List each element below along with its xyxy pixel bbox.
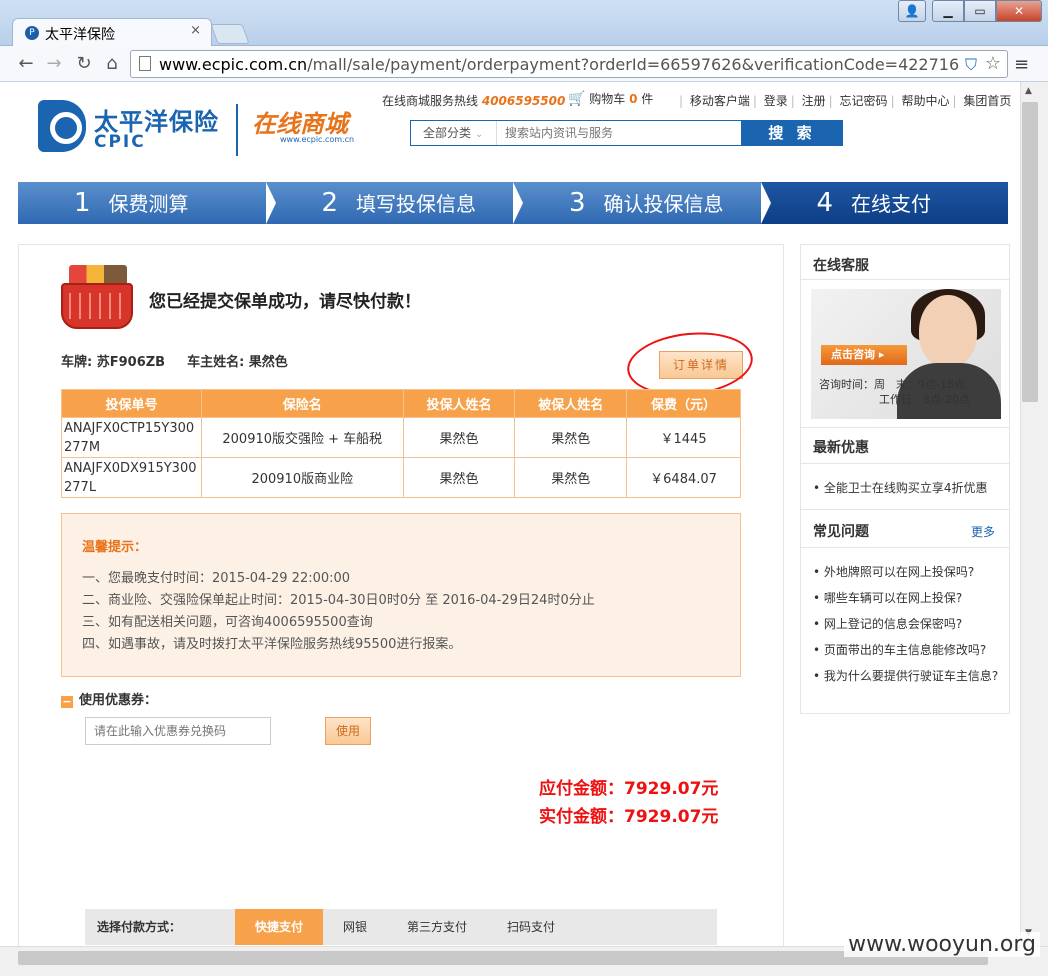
link-mobile-client[interactable]: 移动客户端 [690,94,750,108]
amount-due: 应付金额：7929.07元 [539,779,719,799]
reload-button[interactable]: ↻ [72,52,96,76]
faq-title: 常见问题 [813,524,869,540]
step-fill-info: 2 填写投保信息 [265,182,523,224]
table-header-row: 投保单号 保险名 投保人姓名 被保人姓名 保费（元） [61,389,741,418]
service-hours: 咨询时间：周 末：9点-18点 工作日：8点-20点 [819,378,970,406]
shopping-cart-link[interactable]: 🛒 购物车 0 件 [568,90,653,107]
home-button[interactable]: ⌂ [100,52,124,76]
vertical-scrollbar[interactable]: ▲ ▼ [1020,82,1048,946]
coupon-section-toggle[interactable]: − 使用优惠券： [61,689,157,708]
top-links: | 移动客户端 | 登录 | 注册 | 忘记密码 | 帮助中心 | 集团首页 [679,94,1012,108]
checkout-steps: 1 保费测算 2 填写投保信息 3 确认投保信息 4 在线支付 [18,182,1008,224]
cpic-logo[interactable]: 太平洋保险 CPIC [38,100,248,152]
payment-method-bar: 选择付款方式： 快捷支付 网银 第三方支付 扫码支付 [85,909,717,945]
collapse-icon[interactable]: − [61,696,73,708]
pay-third-party[interactable]: 第三方支付 [395,909,479,945]
link-login[interactable]: 登录 [764,94,788,108]
logo-en-text: CPIC [94,132,146,152]
vehicle-info: 车牌: 苏F906ZB 车主姓名: 果然色 [61,351,288,370]
scrollbar-thumb[interactable] [1022,102,1038,402]
success-message: 您已经提交保单成功，请尽快付款！ [149,292,421,312]
tab-close-icon[interactable]: × [190,23,201,38]
h-scrollbar-thumb[interactable] [18,951,988,965]
step-premium-calc: 1 保费测算 [18,182,275,224]
page-icon [139,56,151,71]
user-icon[interactable]: 👤 [898,0,926,22]
link-help-center[interactable]: 帮助中心 [901,94,949,108]
policy-table: 投保单号 保险名 投保人姓名 被保人姓名 保费（元） ANAJFX0CTP15Y… [61,389,741,498]
payment-panel: 您已经提交保单成功，请尽快付款！ 车牌: 苏F906ZB 车主姓名: 果然色 订单… [18,244,784,946]
bookmark-star-icon[interactable]: ☆ [985,53,1001,74]
link-register[interactable]: 注册 [802,94,826,108]
cpic-favicon-icon: P [25,26,39,40]
faq-more-link[interactable]: 更多 [971,523,995,540]
shopping-basket-icon [61,265,133,329]
browser-titlebar: P 太平洋保险 × 👤 ▁ ▭ ✕ [0,0,1048,46]
minimize-button[interactable]: ▁ [932,0,964,22]
table-row: ANAJFX0CTP15Y300 277M 200910版交强险 + 车船税 果然… [61,417,741,458]
policy-number: ANAJFX0DX915Y300 277L [61,457,202,498]
address-bar[interactable]: www.ecpic.com.cn/mall/sale/payment/order… [130,50,1008,78]
promo-title: 最新优惠 [813,440,869,456]
scroll-up-icon: ▲ [1025,86,1032,96]
watermark: www.wooyun.org [844,932,1040,957]
amount-summary: 应付金额：7929.07元 实付金额：7929.07元 [539,775,718,831]
faq-item[interactable]: • 网上登记的信息会保密吗? [813,615,962,632]
link-group-home[interactable]: 集团首页 [963,94,1011,108]
pay-qr-code[interactable]: 扫码支付 [489,909,573,945]
tips-list: 一、您最晚支付时间：2015-04-29 22:00:00 二、商业险、交强险保… [82,571,595,652]
faq-item[interactable]: • 哪些车辆可以在网上投保? [813,589,962,606]
consult-button[interactable]: 点击咨询 ▸ [821,345,907,365]
sidebar: 在线客服 点击咨询 ▸ 咨询时间：周 末：9点-18点 工作日：8点-20点 最… [800,244,1010,714]
online-mall-logo[interactable]: 在线商城 www.ecpic.com.cn [252,104,354,144]
link-forgot-password[interactable]: 忘记密码 [840,94,888,108]
search-input[interactable] [499,121,739,145]
maximize-button[interactable]: ▭ [964,0,996,22]
back-button[interactable]: ← [14,52,38,76]
owner-name: 车主姓名: 果然色 [187,355,288,370]
faq-item[interactable]: • 页面带出的车主信息能修改吗? [813,641,986,658]
use-coupon-button[interactable]: 使用 [325,717,371,745]
cart-icon: 🛒 [568,91,586,107]
chevron-down-icon: ⌄ [474,129,484,140]
coupon-code-input[interactable] [85,717,271,745]
pay-online-bank[interactable]: 网银 [327,909,383,945]
promo-item[interactable]: • 全能卫士在线购买立享4折优惠 [813,479,988,496]
url-text[interactable]: www.ecpic.com.cn/mall/sale/payment/order… [159,55,959,74]
close-window-button[interactable]: ✕ [996,0,1042,22]
faq-item[interactable]: • 我为什么要提供行驶证车主信息? [813,667,998,684]
cpic-logo-icon [38,100,86,152]
search-category-select[interactable]: 全部分类 ⌄ [411,121,497,145]
tips-box: 温馨提示： 一、您最晚支付时间：2015-04-29 22:00:00 二、商业… [61,513,741,677]
table-row: ANAJFX0DX915Y300 277L 200910版商业险 果然色 果然色 … [61,457,741,498]
amount-paid: 实付金额：7929.07元 [539,807,719,827]
agent-avatar [919,295,977,367]
new-tab-button[interactable] [210,24,250,44]
browser-tab[interactable]: P 太平洋保险 × [12,18,212,46]
tab-title: 太平洋保险 [45,27,115,43]
step-online-payment: 4 在线支付 [760,182,1008,224]
plate-number: 车牌: 苏F906ZB [61,355,166,370]
step-confirm-info: 3 确认投保信息 [513,182,770,224]
browser-toolbar: ← → ↻ ⌂ www.ecpic.com.cn/mall/sale/payme… [0,46,1048,82]
page-content: 太平洋保险 CPIC 在线商城 www.ecpic.com.cn 在线商城服务热… [0,82,1020,946]
logo-divider [236,104,238,156]
faq-item[interactable]: • 外地牌照可以在网上投保吗? [813,563,974,580]
browser-menu-icon[interactable]: ≡ [1014,54,1029,75]
policy-number: ANAJFX0CTP15Y300 277M [61,417,202,458]
search-button[interactable]: 搜 索 [741,120,843,146]
customer-service-title: 在线客服 [813,258,869,274]
customer-service-banner[interactable]: 点击咨询 ▸ 咨询时间：周 末：9点-18点 工作日：8点-20点 [811,289,1001,419]
pay-quick[interactable]: 快捷支付 [235,909,323,945]
site-search: 全部分类 ⌄ 搜 索 [410,120,843,146]
shield-icon[interactable]: ⛉ [965,55,977,75]
service-hotline: 在线商城服务热线 4006595500 [382,94,566,108]
window-controls: 👤 ▁ ▭ ✕ [898,0,1042,22]
forward-button[interactable]: → [42,52,66,76]
